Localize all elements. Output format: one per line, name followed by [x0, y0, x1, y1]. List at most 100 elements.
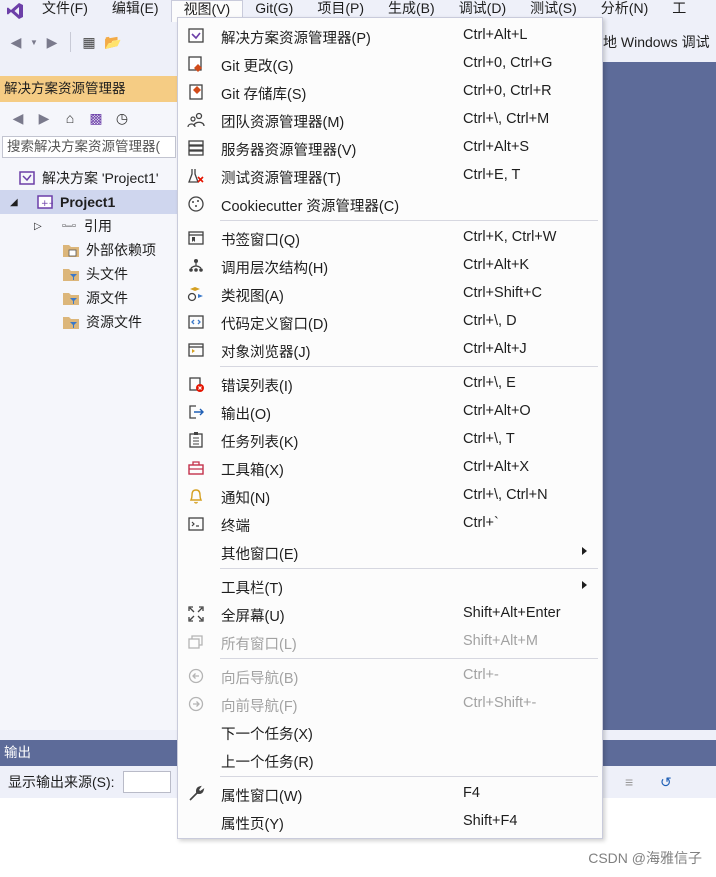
menu-item-shortcut: Ctrl+Alt+K [463, 257, 530, 273]
view-menu-item-navigate-forward[interactable]: 向前导航(F) Ctrl+Shift+- [178, 690, 602, 718]
view-menu-item-item-2-6[interactable]: 其他窗口(E) [178, 538, 602, 566]
menu-item-label: 全屏幕(U) [221, 609, 285, 625]
view-menu-item-object-browser[interactable]: 对象浏览器(J) Ctrl+Alt+J [178, 336, 602, 364]
view-menu-item-navigate-back[interactable]: 向后导航(B) Ctrl+- [178, 662, 602, 690]
output-source-select[interactable] [122, 771, 171, 793]
menu-item-shortcut: Ctrl+Alt+O [463, 403, 531, 419]
solution-explorer-title[interactable]: 解决方案资源管理器 [0, 76, 178, 102]
solution-search-input[interactable]: 搜索解决方案资源管理器( [2, 136, 176, 158]
output-icon [187, 403, 205, 421]
fullscreen-icon [187, 605, 205, 623]
switch-views-icon[interactable]: ▩ [86, 108, 106, 128]
view-menu-item-terminal[interactable]: 终端 Ctrl+` [178, 510, 602, 538]
menu-item-label: 上一个任务(R) [221, 755, 314, 771]
menu-item-label: 工具栏(T) [221, 581, 284, 597]
view-menu-item-task-list[interactable]: 任务列表(K) Ctrl+\, T [178, 426, 602, 454]
server-explorer-icon [187, 139, 205, 157]
tree-solution-node[interactable]: 解决方案 'Project1' [18, 166, 159, 190]
visual-studio-logo-icon[interactable] [0, 0, 30, 22]
view-menu-item-item-4-3[interactable]: 上一个任务(R) [178, 746, 602, 774]
tree-project-node[interactable]: ◢ ++ Project1 [0, 190, 178, 214]
menu-item-shortcut: Ctrl+0, Ctrl+R [463, 83, 552, 99]
filter-folder-icon [62, 289, 80, 307]
open-folder-icon[interactable]: 📂 [103, 32, 123, 52]
view-menu-item-fullscreen[interactable]: 全屏幕(U) Shift+Alt+Enter [178, 600, 602, 628]
menu-item-shortcut: Ctrl+\, E [463, 375, 516, 391]
debug-target-label[interactable]: 地 Windows 调试 [603, 32, 710, 52]
source-files-label: 源文件 [86, 290, 128, 306]
view-menu-item-team-explorer[interactable]: 团队资源管理器(M) Ctrl+\, Ctrl+M [178, 106, 602, 134]
view-menu-item-item-5-1[interactable]: 属性页(Y) Shift+F4 [178, 808, 602, 836]
expand-arrow-icon[interactable]: ▷ [34, 221, 46, 232]
view-menu-item-item-4-2[interactable]: 下一个任务(X) [178, 718, 602, 746]
menu-item-icon-slot [187, 723, 205, 741]
menu-separator [220, 658, 598, 659]
view-menu-item-test-explorer[interactable]: 测试资源管理器(T) Ctrl+E, T [178, 162, 602, 190]
forward-icon[interactable]: ▶ [34, 108, 54, 128]
team-explorer-icon [187, 111, 205, 129]
menu-item-icon-slot [187, 751, 205, 769]
view-menu-item-output[interactable]: 输出(O) Ctrl+Alt+O [178, 398, 602, 426]
navigate-back-icon[interactable]: ◀ [6, 32, 26, 52]
menu-item-label: 书签窗口(Q) [221, 233, 300, 249]
new-project-icon[interactable]: ▦ [79, 32, 99, 52]
home-icon[interactable]: ⌂ [60, 108, 80, 128]
menu-item-label: Git 存储库(S) [221, 87, 307, 103]
menu-item-label: 类视图(A) [221, 289, 284, 305]
menu-item-shortcut: Ctrl+Alt+L [463, 27, 528, 43]
menu-item-label: 其他窗口(E) [221, 547, 299, 563]
view-menu-item-bell[interactable]: 通知(N) Ctrl+\, Ctrl+N [178, 482, 602, 510]
menu-separator [220, 776, 598, 777]
header-files-label: 头文件 [86, 266, 128, 282]
menu-item-icon-slot [187, 813, 205, 831]
menu-0[interactable]: 文件(F) [30, 0, 100, 22]
code-definition-icon [187, 313, 205, 331]
view-menu-item-server-explorer[interactable]: 服务器资源管理器(V) Ctrl+Alt+S [178, 134, 602, 162]
view-menu-item-class-view[interactable]: 类视图(A) Ctrl+Shift+C [178, 280, 602, 308]
view-menu-item-call-hierarchy[interactable]: 调用层次结构(H) Ctrl+Alt+K [178, 252, 602, 280]
view-menu-item-error-list[interactable]: 错误列表(I) Ctrl+\, E [178, 370, 602, 398]
menu-item-shortcut: Ctrl+\, Ctrl+M [463, 111, 550, 127]
dropdown-arrow-icon[interactable]: ▼ [30, 32, 38, 52]
back-icon[interactable]: ◀ [8, 108, 28, 128]
menu-separator [220, 366, 598, 367]
view-menu-item-item-3-0[interactable]: 工具栏(T) [178, 572, 602, 600]
menu-item-shortcut: F4 [463, 785, 480, 801]
menu-9[interactable]: 工 [660, 0, 698, 22]
menu-item-label: 团队资源管理器(M) [221, 115, 345, 131]
menu-item-shortcut: Ctrl+\, T [463, 431, 515, 447]
svg-text:++: ++ [41, 199, 53, 209]
external-deps-label: 外部依赖项 [86, 242, 156, 258]
clear-all-icon[interactable]: ≡ [625, 774, 633, 790]
view-menu-item-wrench[interactable]: 属性窗口(W) F4 [178, 780, 602, 808]
menu-item-label: 对象浏览器(J) [221, 345, 311, 361]
view-menu-item-toolbox[interactable]: 工具箱(X) Ctrl+Alt+X [178, 454, 602, 482]
menu-1[interactable]: 编辑(E) [100, 0, 171, 22]
menu-item-label: 向前导航(F) [221, 699, 298, 715]
view-menu-item-all-windows[interactable]: 所有窗口(L) Shift+Alt+M [178, 628, 602, 656]
tree-item-resource-files[interactable]: 资源文件 [62, 310, 142, 334]
menu-item-label: 向后导航(B) [221, 671, 299, 687]
tree-item-source-files[interactable]: 源文件 [62, 286, 128, 310]
view-menu-item-git-changes[interactable]: Git 更改(G) Ctrl+0, Ctrl+G [178, 50, 602, 78]
navigate-forward-icon[interactable]: ▶ [42, 32, 62, 52]
menu-item-shortcut: Ctrl+Shift+C [463, 285, 542, 301]
tree-item-references[interactable]: ▷ ▫–▫ 引用 [34, 214, 112, 238]
view-menu-item-solution-explorer[interactable]: 解决方案资源管理器(P) Ctrl+Alt+L [178, 22, 602, 50]
references-icon: ▫–▫ [62, 220, 76, 232]
view-menu-item-cookiecutter[interactable]: Cookiecutter 资源管理器(C) [178, 190, 602, 218]
menu-item-label: 代码定义窗口(D) [221, 317, 329, 333]
view-menu-item-git-repository[interactable]: Git 存储库(S) Ctrl+0, Ctrl+R [178, 78, 602, 106]
collapse-arrow-icon[interactable]: ◢ [10, 197, 22, 208]
view-menu-item-code-definition[interactable]: 代码定义窗口(D) Ctrl+\, D [178, 308, 602, 336]
menu-item-label: 通知(N) [221, 491, 271, 507]
view-menu-item-bookmark-window[interactable]: 书签窗口(Q) Ctrl+K, Ctrl+W [178, 224, 602, 252]
git-repository-icon [187, 83, 205, 101]
tree-item-external-deps[interactable]: 外部依赖项 [62, 238, 156, 262]
tree-item-header-files[interactable]: 头文件 [62, 262, 128, 286]
pending-changes-filter-icon[interactable]: ◷ [112, 108, 132, 128]
watermark: CSDN @海雅信子 [588, 850, 702, 866]
word-wrap-icon[interactable]: ↺ [660, 774, 672, 791]
navigate-back-icon [187, 667, 205, 685]
resource-files-label: 资源文件 [86, 314, 142, 330]
